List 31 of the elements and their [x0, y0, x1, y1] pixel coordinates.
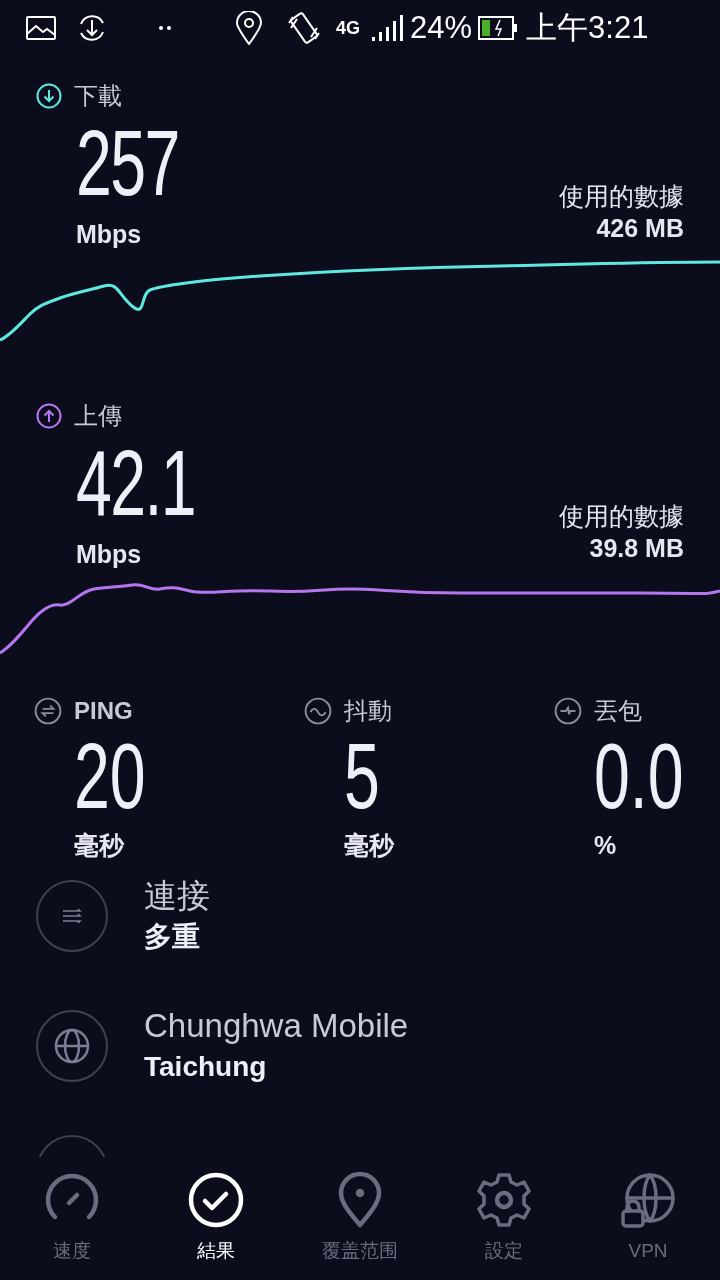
stat-value: 5 [344, 731, 380, 821]
nav-tab[interactable]: 結果 [144, 1170, 288, 1266]
detail-title: 連接 [144, 875, 210, 916]
data-used-value: 39.8 MB [589, 532, 684, 564]
section-label: 下載 [74, 81, 122, 111]
data-used-label: 使用的數據 [559, 181, 684, 212]
stat-value: 0.0 [594, 731, 684, 821]
nav-tab[interactable]: 設定 [432, 1170, 576, 1266]
stat-unit: % [594, 830, 617, 861]
stat-unit: 毫秒 [74, 830, 124, 861]
data-used-label: 使用的數據 [559, 500, 684, 532]
clock: 上午3:21 [526, 8, 649, 47]
detail-value: Taichung [144, 1049, 268, 1084]
stat-label: 抖動 [344, 696, 392, 726]
detail-value: 多重 [144, 919, 201, 954]
section-label: 上傳 [74, 400, 122, 431]
stat-label: PING [74, 696, 133, 726]
stat-unit: 毫秒 [344, 830, 394, 861]
stat-value: 20 [74, 731, 146, 821]
speed-value: 257 [76, 118, 179, 208]
nav-tab[interactable]: 速度 [0, 1170, 144, 1266]
speed-unit: Mbps [76, 538, 143, 570]
stat-label: 丟包 [594, 696, 642, 726]
speed-value: 42.1 [76, 437, 195, 528]
data-used-value: 426 MB [596, 213, 684, 244]
network-type: 4G [336, 19, 360, 37]
detail-title: Chunghwa Mobile [144, 1005, 409, 1046]
nav-tab[interactable]: VPN [576, 1170, 720, 1266]
speed-unit: Mbps [76, 219, 143, 250]
nav-tab[interactable]: 覆盖范围 [288, 1170, 432, 1266]
battery-percent: 24% [410, 8, 473, 47]
